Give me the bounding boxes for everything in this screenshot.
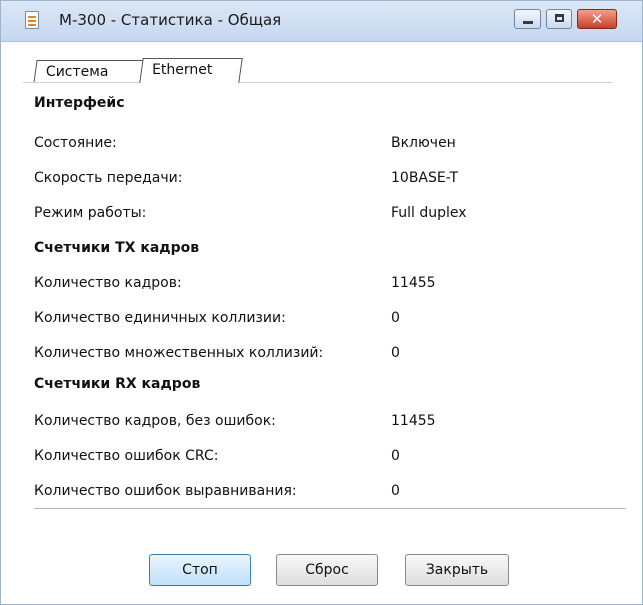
tab-system[interactable]: Система — [33, 60, 145, 83]
window-title: М-300 - Статистика - Общая — [59, 11, 282, 29]
tab-divider — [23, 82, 613, 83]
label-rx-crc-errors: Количество ошибок CRC: — [34, 448, 219, 464]
footer-separator — [34, 508, 626, 509]
value-tx-frames: 11455 — [391, 275, 436, 291]
value-state: Включен — [391, 135, 456, 151]
label-state: Состояние: — [34, 135, 117, 151]
maximize-button[interactable] — [546, 9, 572, 29]
label-rx-frames-ok: Количество кадров, без ошибок: — [34, 413, 276, 429]
label-mode: Режим работы: — [34, 205, 147, 221]
stop-button[interactable]: Стоп — [149, 554, 251, 586]
section-tx-title: Счетчики TX кадров — [34, 240, 200, 256]
minimize-icon — [523, 21, 533, 24]
section-interface-title: Интерфейс — [34, 95, 125, 111]
tab-ethernet[interactable]: Ethernet — [139, 58, 243, 83]
value-mode: Full duplex — [391, 205, 467, 221]
close-icon: ✕ — [590, 10, 604, 28]
value-rx-crc-errors: 0 — [391, 448, 400, 464]
minimize-button[interactable] — [514, 9, 541, 29]
label-tx-frames: Количество кадров: — [34, 275, 182, 291]
value-rx-frames-ok: 11455 — [391, 413, 436, 429]
close-window-button[interactable]: ✕ — [577, 9, 617, 29]
value-tx-single-collisions: 0 — [391, 310, 400, 326]
tab-system-label: Система — [45, 64, 109, 80]
value-speed: 10BASE-T — [391, 170, 459, 186]
dialog-content: Система Ethernet Интерфейс Состояние: Вк… — [1, 42, 642, 604]
section-rx-title: Счетчики RX кадров — [34, 376, 201, 392]
close-button[interactable]: Закрыть — [405, 554, 509, 586]
app-document-icon — [25, 11, 39, 29]
tab-ethernet-label: Ethernet — [152, 62, 213, 78]
reset-button[interactable]: Сброс — [276, 554, 378, 586]
label-tx-single-collisions: Количество единичных коллизии: — [34, 310, 286, 326]
title-bar[interactable]: М-300 - Статистика - Общая ✕ — [1, 1, 642, 42]
maximize-icon — [555, 14, 564, 22]
label-tx-multiple-collisions: Количество множественных коллизий: — [34, 345, 324, 361]
statistics-window: М-300 - Статистика - Общая ✕ Система Eth… — [0, 0, 643, 605]
value-tx-multiple-collisions: 0 — [391, 345, 400, 361]
label-speed: Скорость передачи: — [34, 170, 183, 186]
value-rx-alignment-errors: 0 — [391, 483, 400, 499]
label-rx-alignment-errors: Количество ошибок выравнивания: — [34, 483, 297, 499]
